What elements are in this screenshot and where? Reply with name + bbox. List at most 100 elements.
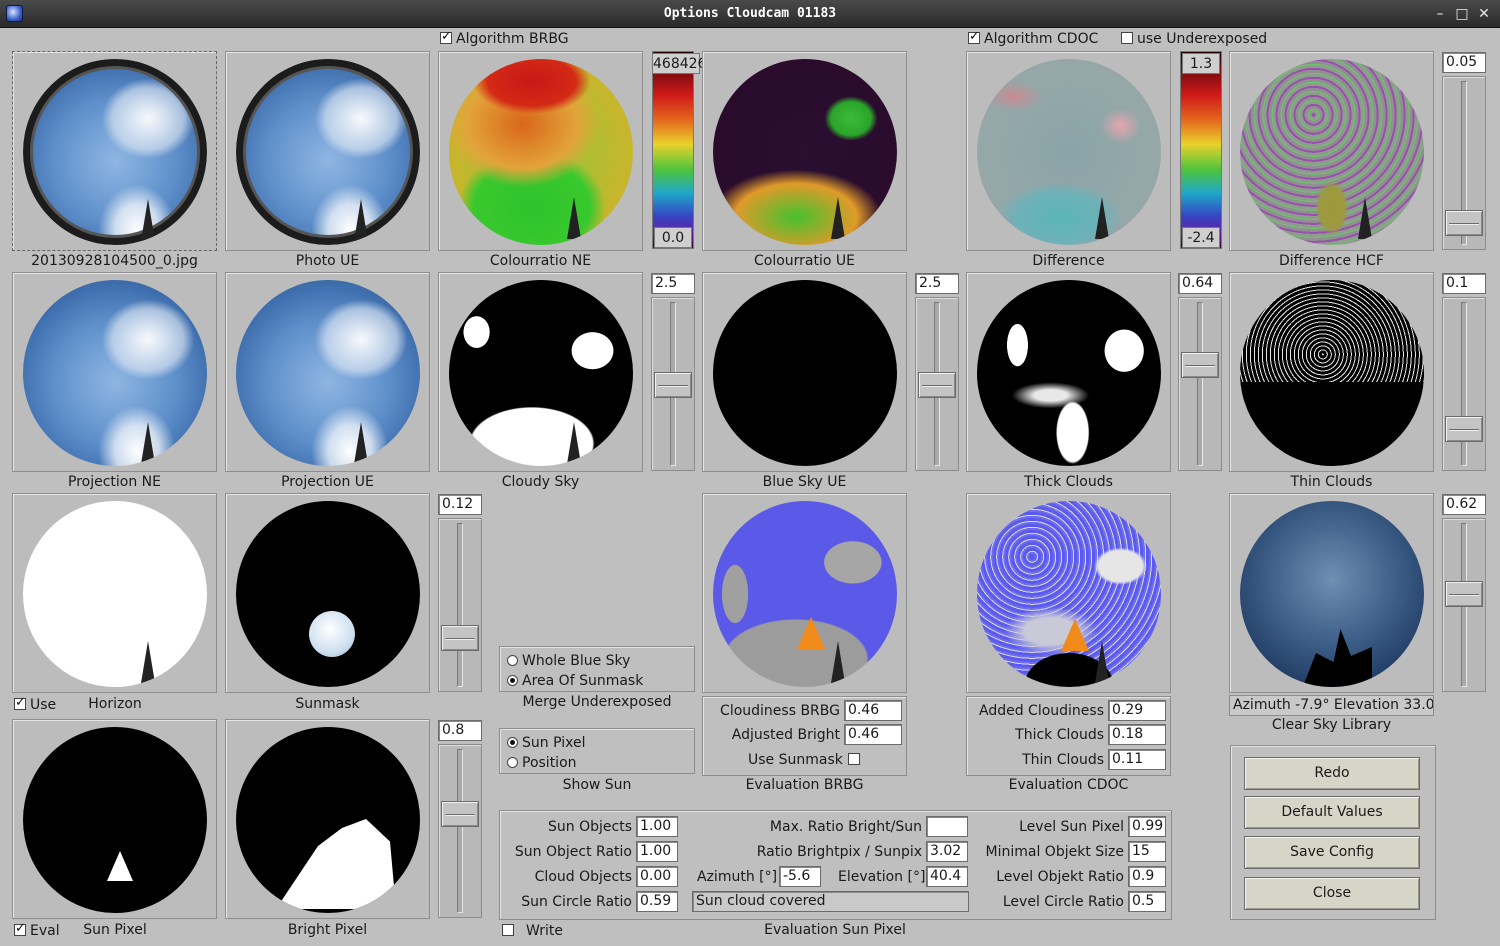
blue-sky-threshold-value[interactable]: 2.5 [915, 273, 959, 294]
checkbox-label: Use [30, 697, 57, 713]
radio-dot[interactable] [507, 675, 518, 686]
maximize-button[interactable]: □ [1452, 4, 1472, 24]
sun-circle-ratio-value[interactable]: 0.59 [636, 891, 678, 912]
checkbox-box[interactable] [502, 924, 514, 936]
max-ratio-value[interactable] [926, 816, 968, 837]
cloud-objects-value[interactable]: 0.00 [636, 866, 678, 887]
evaluation-brbg-panel[interactable] [702, 493, 907, 693]
difference-panel[interactable] [966, 51, 1171, 251]
slider-thumb[interactable] [1445, 416, 1483, 442]
evaluation-cdoc-panel[interactable] [966, 493, 1171, 693]
use-horizon-checkbox[interactable]: Use [14, 695, 57, 713]
minimize-button[interactable]: – [1430, 4, 1450, 24]
thin-clouds-panel[interactable] [1229, 272, 1434, 472]
clear-sky-threshold-value[interactable]: 0.62 [1442, 494, 1486, 515]
hcf-threshold-slider[interactable] [1442, 76, 1486, 250]
projection-ne-panel[interactable] [12, 272, 217, 472]
slider-thumb[interactable] [1445, 210, 1483, 236]
cloudiness-brbg-value[interactable]: 0.46 [844, 700, 902, 721]
algorithm-cdoc-checkbox[interactable]: Algorithm CDOC [968, 29, 1098, 47]
bright-pixel-panel[interactable] [225, 719, 430, 919]
blue-sky-ue-panel[interactable] [702, 272, 907, 472]
radio-dot[interactable] [507, 655, 518, 666]
horizon-panel[interactable] [12, 493, 217, 693]
elevation-value[interactable]: 40.4 [926, 866, 968, 887]
sun-pixel-shape [107, 851, 133, 881]
area-of-sunmask-radio[interactable]: Area Of Sunmask [507, 673, 643, 689]
sun-object-ratio-value[interactable]: 1.00 [636, 841, 678, 862]
slider-thumb[interactable] [918, 372, 956, 398]
level-circle-ratio-value[interactable]: 0.5 [1128, 891, 1166, 912]
ratio-brightpix-value[interactable]: 3.02 [926, 841, 968, 862]
radio-dot[interactable] [507, 757, 518, 768]
redo-button[interactable]: Redo [1244, 757, 1420, 790]
projection-ue-panel[interactable] [225, 272, 430, 472]
bright-threshold-slider[interactable] [438, 744, 482, 918]
algorithm-brbg-checkbox[interactable]: Algorithm BRBG [440, 29, 569, 47]
colourratio-ne-panel[interactable] [438, 51, 643, 251]
eval-checkbox[interactable]: Eval [14, 921, 60, 939]
hcf-threshold-value[interactable]: 0.05 [1442, 52, 1486, 73]
cloudy-sky-panel[interactable] [438, 272, 643, 472]
checkbox-box[interactable] [968, 29, 980, 44]
sun-pixel-radio[interactable]: Sun Pixel [507, 735, 585, 751]
sunmask-threshold-slider[interactable] [438, 518, 482, 692]
position-radio[interactable]: Position [507, 755, 577, 771]
use-sunmask-checkbox[interactable]: Use Sunmask [748, 752, 864, 768]
checkbox-box[interactable] [847, 753, 860, 765]
thick-threshold-slider[interactable] [1178, 297, 1222, 471]
level-objekt-ratio-value[interactable]: 0.9 [1128, 866, 1166, 887]
slider-thumb[interactable] [441, 801, 479, 827]
tower-shape [1358, 197, 1372, 239]
thick-threshold-value[interactable]: 0.64 [1178, 273, 1222, 294]
colourratio-ue-panel[interactable] [702, 51, 907, 251]
radio-dot[interactable] [507, 737, 518, 748]
adjusted-bright-value[interactable]: 0.46 [844, 724, 902, 745]
sun-area-shape [1061, 619, 1089, 651]
blue-sky-threshold-slider[interactable] [915, 297, 959, 471]
checkbox-box[interactable] [14, 695, 26, 710]
sun-pixel-panel[interactable] [12, 719, 217, 919]
sun-objects-value[interactable]: 1.00 [636, 816, 678, 837]
close-button[interactable]: Close [1244, 877, 1420, 910]
clear-sky-panel[interactable] [1229, 493, 1434, 693]
azimuth-value[interactable]: -5.6 [779, 866, 821, 887]
slider-thumb[interactable] [441, 625, 479, 651]
photo-ue-panel[interactable] [225, 51, 430, 251]
use-underexposed-checkbox[interactable]: use Underexposed [1121, 31, 1267, 47]
radio-label: Sun Pixel [522, 735, 586, 751]
bright-threshold-value[interactable]: 0.8 [438, 720, 482, 741]
checkbox-box[interactable] [440, 29, 452, 44]
difference-hcf-panel[interactable] [1229, 51, 1434, 251]
level-sun-pixel-value[interactable]: 0.99 [1128, 816, 1166, 837]
whole-blue-sky-radio[interactable]: Whole Blue Sky [507, 653, 630, 669]
checkbox-box[interactable] [1121, 32, 1133, 44]
slider-thumb[interactable] [1445, 581, 1483, 607]
slider-groove [457, 749, 463, 913]
save-config-button[interactable]: Save Config [1244, 836, 1420, 869]
slider-thumb[interactable] [654, 372, 692, 398]
evaluation-cdoc-image [977, 501, 1161, 687]
clear-sky-threshold-slider[interactable] [1442, 518, 1486, 692]
thin-clouds-value[interactable]: 0.11 [1108, 749, 1166, 770]
write-checkbox[interactable]: Write [502, 923, 563, 939]
checkbox-label: Eval [30, 923, 60, 939]
level-circle-ratio-label: Level Circle Ratio [1002, 894, 1124, 910]
checkbox-box[interactable] [14, 921, 26, 936]
cloudy-threshold-value[interactable]: 2.5 [651, 273, 695, 294]
sunmask-threshold-value[interactable]: 0.12 [438, 494, 482, 515]
thin-threshold-value[interactable]: 0.1 [1442, 273, 1486, 294]
window-title: Options Cloudcam 01183 [663, 6, 837, 21]
sunmask-panel[interactable] [225, 493, 430, 693]
close-window-button[interactable]: ✕ [1474, 4, 1494, 24]
thick-clouds-panel[interactable] [966, 272, 1171, 472]
added-cloudiness-value[interactable]: 0.29 [1108, 700, 1166, 721]
title-bar: Options Cloudcam 01183 – □ ✕ [0, 0, 1500, 28]
thin-threshold-slider[interactable] [1442, 297, 1486, 471]
slider-thumb[interactable] [1181, 352, 1219, 378]
min-objekt-size-value[interactable]: 15 [1128, 841, 1166, 862]
cloudy-threshold-slider[interactable] [651, 297, 695, 471]
thick-clouds-value[interactable]: 0.18 [1108, 724, 1166, 745]
photo-panel[interactable] [12, 51, 217, 251]
default-values-button[interactable]: Default Values [1244, 796, 1420, 829]
